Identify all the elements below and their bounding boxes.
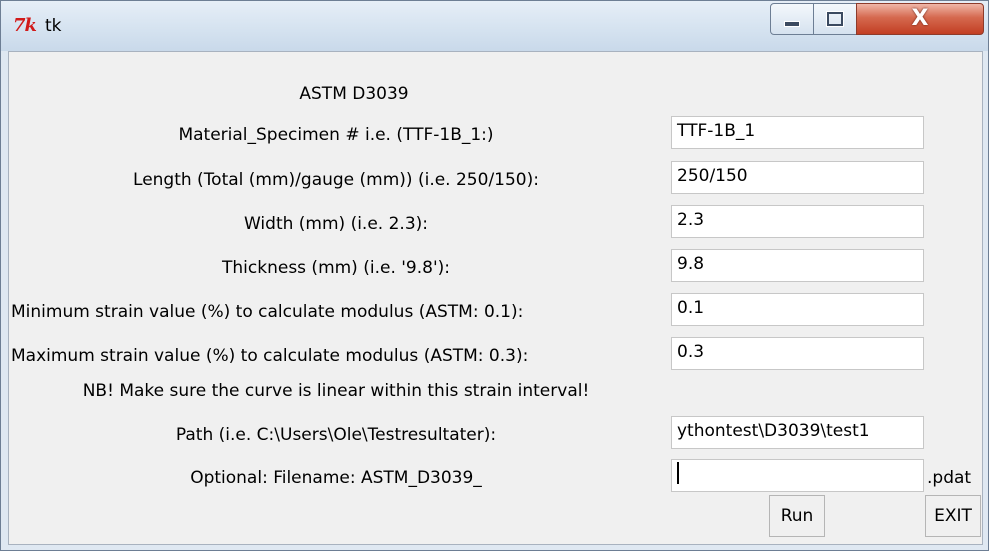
window-title: tk [45,16,62,36]
maximize-icon [827,12,843,26]
material-input[interactable]: TTF-1B_1 [671,116,924,149]
linearity-note: NB! Make sure the curve is linear within… [82,381,590,401]
close-button[interactable]: X [856,3,984,35]
tk-feather-icon: 7k [13,15,37,36]
filename-suffix: .pdat [927,468,972,488]
title-bar[interactable]: 7k tk X [1,1,988,51]
minimize-icon [784,21,800,27]
filename-input[interactable] [671,459,924,492]
length-input[interactable]: 250/150 [671,161,924,194]
run-button[interactable]: Run [769,495,825,537]
max-strain-input[interactable]: 0.3 [671,337,924,370]
filename-label: Optional: Filename: ASTM_D3039_ [190,468,482,488]
text-cursor [677,461,679,484]
maximize-button[interactable] [813,3,857,35]
material-label: Material_Specimen # i.e. (TTF-1B_1:) [178,125,494,145]
form-heading: ASTM D3039 [299,84,409,104]
width-label: Width (mm) (i.e. 2.3): [243,214,429,234]
min-strain-label: Minimum strain value (%) to calculate mo… [11,302,524,322]
min-strain-input[interactable]: 0.1 [671,293,924,326]
form-panel: ASTM D3039 Material_Specimen # i.e. (TTF… [8,51,983,545]
width-input[interactable]: 2.3 [671,205,924,238]
thickness-label: Thickness (mm) (i.e. '9.8'): [222,258,450,278]
exit-button[interactable]: EXIT [925,495,981,537]
path-label: Path (i.e. C:\Users\Ole\Testresultater): [175,425,497,445]
max-strain-label: Maximum strain value (%) to calculate mo… [11,346,529,366]
thickness-input[interactable]: 9.8 [671,249,924,282]
minimize-button[interactable] [770,3,814,35]
length-label: Length (Total (mm)/gauge (mm)) (i.e. 250… [133,170,539,190]
close-icon: X [911,6,929,31]
path-input[interactable]: ythontest\D3039\test1 [671,416,924,449]
app-window: 7k tk X ASTM D3039 Material_Specimen # i… [0,0,989,551]
